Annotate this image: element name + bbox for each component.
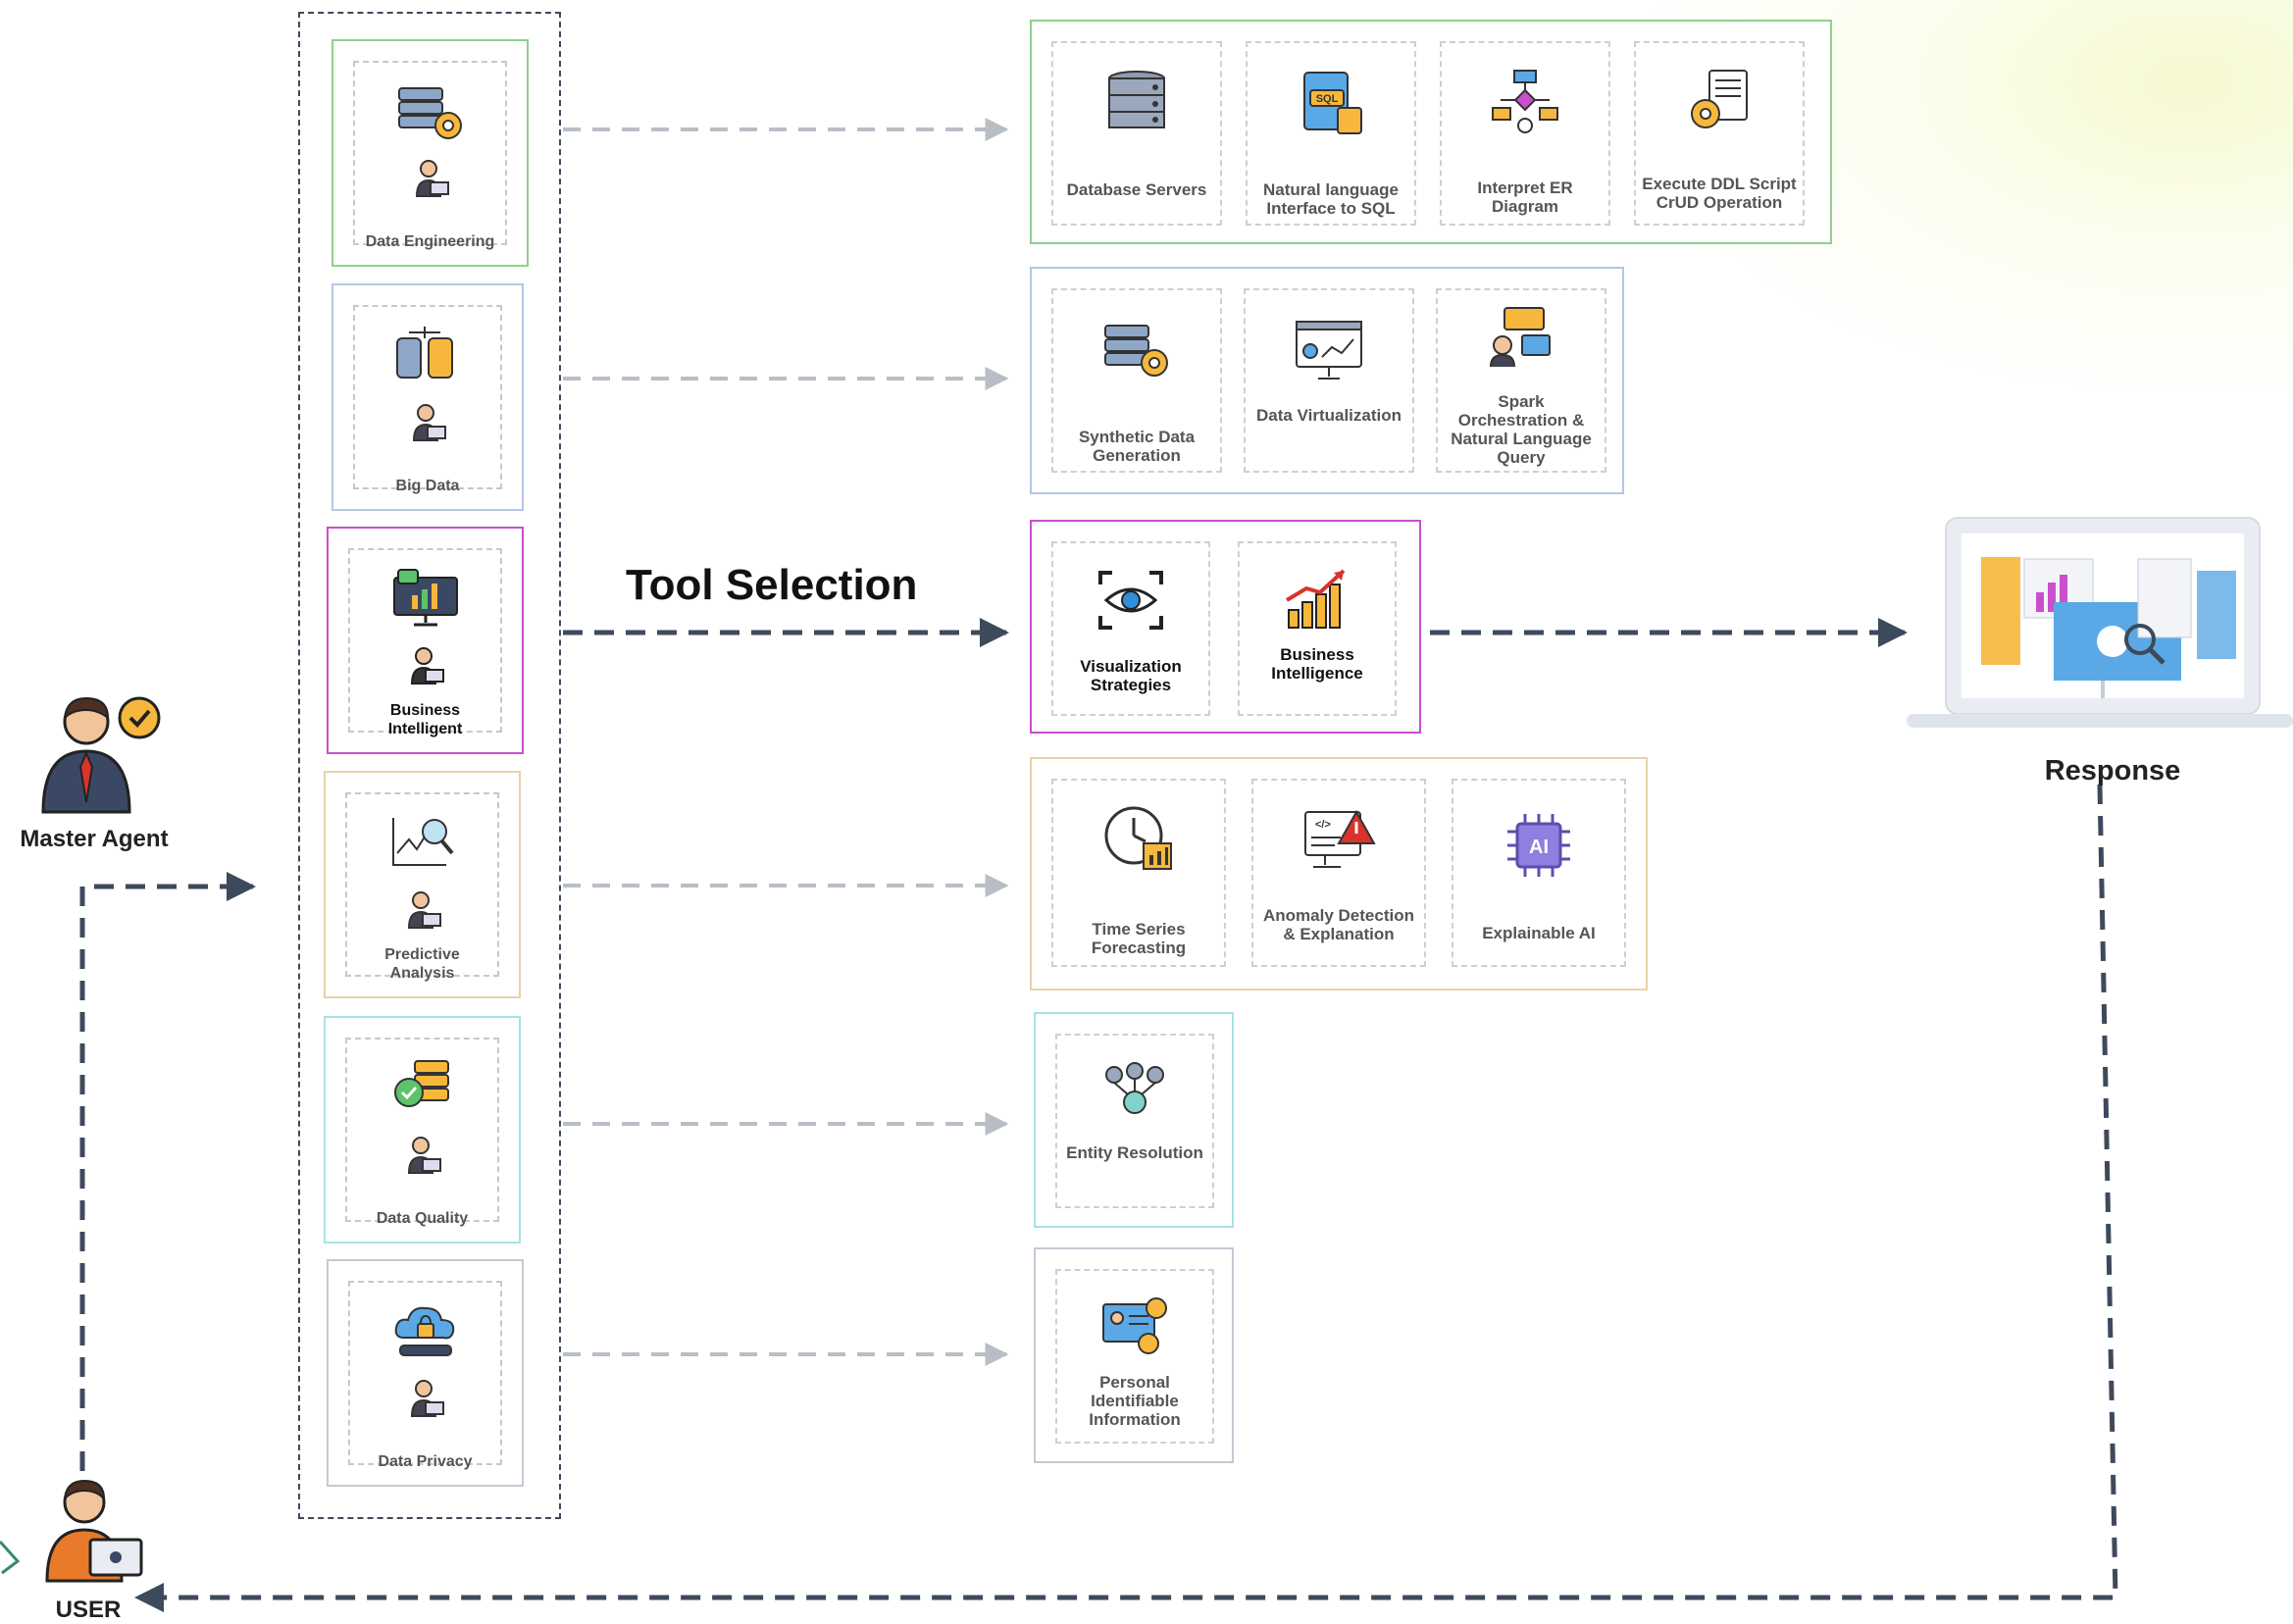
- network-people-icon: [1105, 1062, 1164, 1114]
- code-warning-icon: </>: [1304, 809, 1376, 868]
- ai-chip-icon: AI: [1507, 814, 1570, 877]
- tool-label: Business Intelligence: [1271, 645, 1363, 683]
- tool-label: Database Servers: [1066, 180, 1207, 199]
- monitor-dashboard-icon: [1296, 321, 1362, 380]
- person-laptop-icon: [407, 1137, 441, 1174]
- tool-label: Execute DDL Script CrUD Operation: [1642, 175, 1797, 212]
- tool-natural-language-sql[interactable]: SQL Natural language Interface to SQL: [1246, 41, 1416, 226]
- master-agent-label: Master Agent: [20, 826, 169, 852]
- tool-explainable-ai[interactable]: AI Explainable AI: [1452, 779, 1626, 967]
- tool-label: Time Series Forecasting: [1091, 920, 1187, 957]
- tool-group-business-intelligent: Visualization Strategies Business Intell…: [1030, 520, 1421, 734]
- tool-label: Anomaly Detection & Explanation: [1263, 906, 1414, 943]
- agent-label: Predictive Analysis: [384, 946, 460, 982]
- agent-card-business-intelligent[interactable]: Business Intelligent: [327, 527, 524, 754]
- tool-label: Natural language Interface to SQL: [1263, 180, 1399, 218]
- database-gear-icon: [1104, 325, 1168, 377]
- user-laptop-icon: [45, 1479, 143, 1583]
- id-card-shield-icon: [1102, 1297, 1167, 1354]
- agent-card-data-engineering[interactable]: Data Engineering: [331, 39, 529, 267]
- tool-selection-label: Tool Selection: [626, 561, 918, 609]
- database-gear-icon: [397, 87, 462, 139]
- chart-magnifier-icon: [391, 818, 454, 866]
- clock-chart-icon: [1104, 806, 1172, 870]
- tool-label: Interpret ER Diagram: [1477, 178, 1573, 216]
- tool-label: Spark Orchestration & Natural Language Q…: [1451, 392, 1592, 467]
- tool-time-series-forecasting[interactable]: Time Series Forecasting: [1051, 779, 1226, 967]
- agent-label: Big Data: [395, 478, 460, 494]
- tool-interpret-er-diagram[interactable]: Interpret ER Diagram: [1440, 41, 1610, 226]
- people-chat-icon: [1490, 307, 1551, 368]
- server-cylinders-icon: [1108, 71, 1165, 128]
- tool-visualization-strategies[interactable]: Visualization Strategies: [1051, 541, 1210, 716]
- agent-label: Data Privacy: [378, 1453, 473, 1470]
- tool-label: Personal Identifiable Information: [1089, 1373, 1181, 1429]
- agent-label: Data Engineering: [365, 233, 495, 250]
- tool-data-virtualization[interactable]: Data Virtualization: [1244, 288, 1414, 473]
- tool-anomaly-detection[interactable]: </> Anomaly Detection & Explanation: [1251, 779, 1426, 967]
- agent-card-data-quality[interactable]: Data Quality: [324, 1016, 521, 1243]
- tool-group-data-engineering: Database Servers SQL Natural language In…: [1030, 20, 1832, 244]
- tool-label: Data Virtualization: [1256, 406, 1401, 425]
- tool-label: Explainable AI: [1482, 924, 1596, 942]
- tool-group-big-data: Synthetic Data Generation Data Virtualiz…: [1030, 267, 1624, 494]
- laptop-dashboard-icon: [1907, 517, 2293, 728]
- sql-database-icon: SQL: [1303, 72, 1362, 134]
- tool-spark-orchestration[interactable]: Spark Orchestration & Natural Language Q…: [1436, 288, 1606, 473]
- agent-label: Business Intelligent: [387, 702, 463, 737]
- person-laptop-icon: [412, 404, 446, 441]
- tool-personal-identifiable-information[interactable]: Personal Identifiable Information: [1055, 1269, 1214, 1444]
- user-label: USER: [55, 1597, 122, 1623]
- agent-label: Data Quality: [376, 1210, 469, 1227]
- database-stack-icon: [396, 327, 453, 379]
- tool-label: Visualization Strategies: [1080, 657, 1182, 694]
- response-label: Response: [2044, 755, 2181, 787]
- svg-text:SQL: SQL: [1316, 93, 1339, 105]
- svg-text:</>: </>: [1315, 819, 1331, 831]
- database-badge-icon: [393, 1060, 449, 1107]
- tool-entity-resolution[interactable]: Entity Resolution: [1055, 1034, 1214, 1208]
- growth-chart-icon: [1285, 569, 1346, 629]
- tool-group-predictive-analysis: Time Series Forecasting </> Anomaly Dete…: [1030, 757, 1648, 990]
- svg-text:AI: AI: [1529, 837, 1549, 858]
- person-laptop-icon: [415, 160, 449, 197]
- tool-group-data-quality: Entity Resolution: [1034, 1012, 1234, 1228]
- monitor-chart-icon: [392, 569, 458, 627]
- tool-execute-ddl[interactable]: Execute DDL Script CrUD Operation: [1634, 41, 1805, 226]
- tool-label: Entity Resolution: [1066, 1143, 1203, 1162]
- tool-business-intelligence[interactable]: Business Intelligence: [1238, 541, 1397, 716]
- arrow-user-to-master: [79, 872, 256, 1471]
- cloud-lock-icon: [394, 1306, 454, 1356]
- tool-database-servers[interactable]: Database Servers: [1051, 41, 1222, 226]
- decor-stroke-icon: [0, 1540, 21, 1575]
- tool-synthetic-data-generation[interactable]: Synthetic Data Generation: [1051, 288, 1222, 473]
- person-laptop-icon: [407, 891, 441, 929]
- master-agent-icon: [41, 696, 161, 814]
- document-gear-icon: [1691, 70, 1748, 128]
- agent-card-big-data[interactable]: Big Data: [331, 283, 524, 511]
- agent-card-predictive-analysis[interactable]: Predictive Analysis: [324, 771, 521, 998]
- eye-scan-icon: [1098, 571, 1163, 630]
- tool-group-data-privacy: Personal Identifiable Information: [1034, 1247, 1234, 1463]
- flowchart-icon: [1492, 70, 1558, 133]
- person-laptop-icon: [410, 1380, 444, 1417]
- agent-card-data-privacy[interactable]: Data Privacy: [327, 1259, 524, 1487]
- tool-label: Synthetic Data Generation: [1078, 428, 1196, 465]
- person-laptop-icon: [410, 647, 444, 685]
